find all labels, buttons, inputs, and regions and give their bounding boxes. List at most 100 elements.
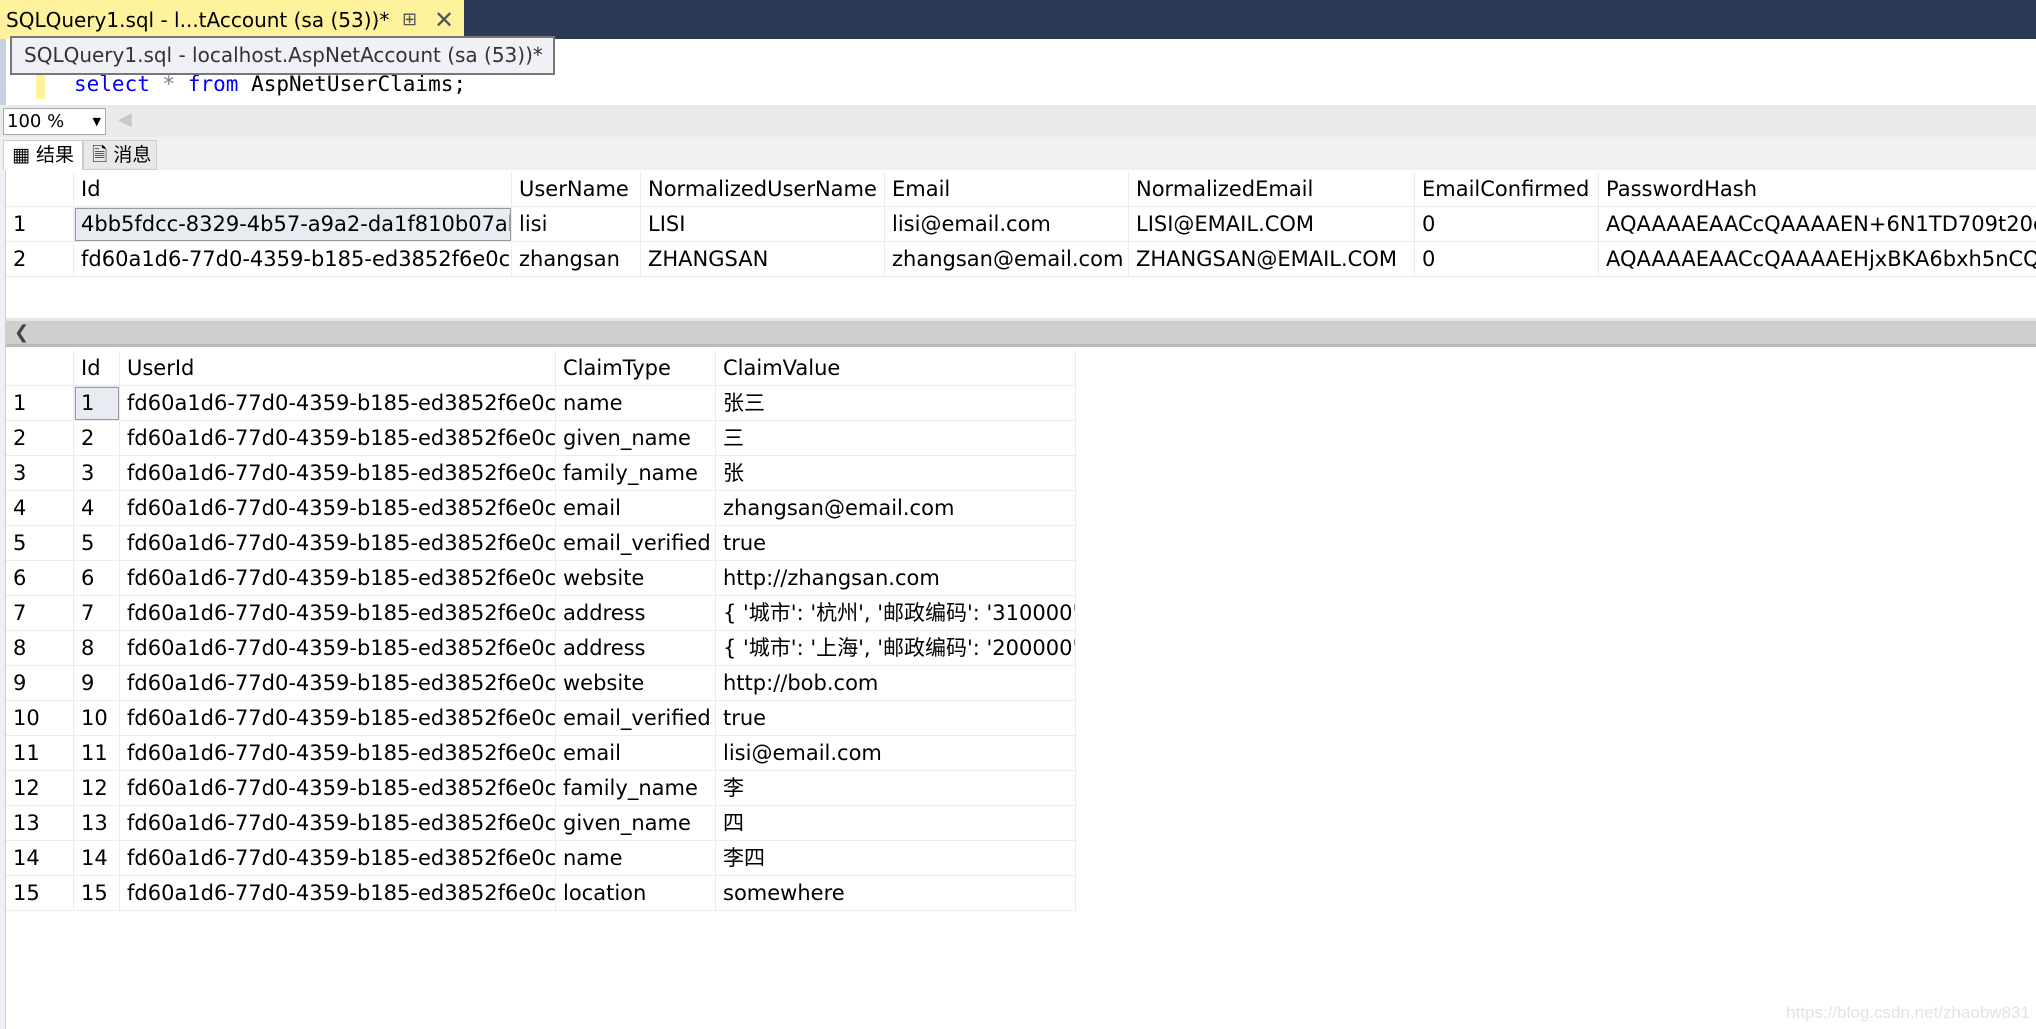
cell[interactable]: address (556, 631, 716, 666)
cell[interactable]: LISI (641, 207, 885, 242)
cell[interactable]: 3 (74, 456, 120, 491)
cell[interactable]: fd60a1d6-77d0-4359-b185-ed3852f6e0c4 (120, 876, 556, 911)
cell[interactable]: fd60a1d6-77d0-4359-b185-ed3852f6e0c4 (120, 701, 556, 736)
row-number[interactable]: 10 (6, 701, 74, 736)
cell[interactable]: 四 (716, 806, 1076, 841)
cell[interactable]: email_verified (556, 526, 716, 561)
cell[interactable]: 李四 (716, 841, 1076, 876)
claims-result-grid[interactable]: Id UserId ClaimType ClaimValue 1 1 fd60a1d6-77… (6, 351, 1206, 921)
cell[interactable]: { '城市': '杭州', '邮政编码': '310000' } (716, 596, 1076, 631)
cell[interactable]: LISI@EMAIL.COM (1129, 207, 1415, 242)
cell[interactable]: AQAAAAEAACcQAAAAEHjxBKA6bxh5nCQ (1599, 242, 2036, 277)
column-header[interactable] (6, 351, 74, 386)
row-number[interactable]: 4 (6, 491, 74, 526)
cell[interactable]: { '城市': '上海', '邮政编码': '200000' } (716, 631, 1076, 666)
row-number[interactable]: 9 (6, 666, 74, 701)
column-header[interactable]: EmailConfirmed (1415, 172, 1599, 207)
cell[interactable]: given_name (556, 421, 716, 456)
cell[interactable]: zhangsan@email.com (885, 242, 1129, 277)
cell[interactable]: name (556, 841, 716, 876)
cell[interactable]: fd60a1d6-77d0-4359-b185-ed3852f6e0c4 (120, 771, 556, 806)
row-number[interactable]: 1 (6, 386, 74, 421)
cell[interactable]: fd60a1d6-77d0-4359-b185-ed3852f6e0c4 (120, 491, 556, 526)
row-number[interactable]: 11 (6, 736, 74, 771)
cell[interactable]: lisi@email.com (716, 736, 1076, 771)
cell[interactable]: 0 (1415, 207, 1599, 242)
row-number[interactable]: 14 (6, 841, 74, 876)
cell[interactable]: website (556, 666, 716, 701)
row-number[interactable]: 5 (6, 526, 74, 561)
cell[interactable]: fd60a1d6-77d0-4359-b185-ed3852f6e0c4 (120, 421, 556, 456)
column-header[interactable]: ClaimValue (716, 351, 1076, 386)
cell[interactable]: 11 (74, 736, 120, 771)
row-number[interactable]: 2 (6, 421, 74, 456)
cell[interactable]: http://bob.com (716, 666, 1076, 701)
cell[interactable]: 4bb5fdcc-8329-4b57-a9a2-da1f810b07ab (74, 207, 512, 242)
cell[interactable]: fd60a1d6-77d0-4359-b185-ed3852f6e0c4 (120, 666, 556, 701)
cell[interactable]: 13 (74, 806, 120, 841)
cell[interactable]: 7 (74, 596, 120, 631)
cell[interactable]: ZHANGSAN (641, 242, 885, 277)
document-tab[interactable]: SQLQuery1.sql - l...tAccount (sa (53))* … (0, 0, 464, 39)
row-number[interactable]: 2 (6, 242, 74, 277)
cell[interactable]: AQAAAAEAACcQAAAAEN+6N1TD709t20c (1599, 207, 2036, 242)
horizontal-scrollbar[interactable]: ❮ (6, 318, 2036, 347)
cell[interactable]: 15 (74, 876, 120, 911)
cell[interactable]: 1 (74, 386, 120, 421)
users-result-grid[interactable]: Id UserName NormalizedUserName Email Normali… (6, 172, 2036, 318)
cell[interactable]: ZHANGSAN@EMAIL.COM (1129, 242, 1415, 277)
row-number[interactable]: 15 (6, 876, 74, 911)
column-header[interactable] (6, 172, 74, 207)
cell[interactable]: lisi (512, 207, 641, 242)
column-header[interactable]: PasswordHash (1599, 172, 2036, 207)
cell[interactable]: location (556, 876, 716, 911)
cell[interactable]: name (556, 386, 716, 421)
cell[interactable]: 2 (74, 421, 120, 456)
column-header[interactable]: NormalizedUserName (641, 172, 885, 207)
tab-messages[interactable]: 🗎 消息 (83, 140, 157, 170)
cell[interactable]: family_name (556, 771, 716, 806)
cell[interactable]: fd60a1d6-77d0-4359-b185-ed3852f6e0c4 (120, 386, 556, 421)
row-number[interactable]: 8 (6, 631, 74, 666)
cell[interactable]: http://zhangsan.com (716, 561, 1076, 596)
cell[interactable]: 6 (74, 561, 120, 596)
scroll-left-icon[interactable]: ◀ (118, 109, 132, 130)
zoom-select[interactable]: 100 % ▼ (3, 108, 106, 135)
cell[interactable]: family_name (556, 456, 716, 491)
cell[interactable]: email_verified (556, 701, 716, 736)
column-header[interactable]: ClaimType (556, 351, 716, 386)
row-number[interactable]: 1 (6, 207, 74, 242)
pin-icon[interactable]: ⊞ (402, 0, 417, 40)
cell[interactable]: zhangsan (512, 242, 641, 277)
cell[interactable]: fd60a1d6-77d0-4359-b185-ed3852f6e0c4 (120, 841, 556, 876)
cell[interactable]: somewhere (716, 876, 1076, 911)
cell[interactable]: 14 (74, 841, 120, 876)
cell[interactable]: fd60a1d6-77d0-4359-b185-ed3852f6e0c4 (120, 736, 556, 771)
cell[interactable]: true (716, 701, 1076, 736)
cell[interactable]: fd60a1d6-77d0-4359-b185-ed3852f6e0c4 (120, 631, 556, 666)
row-number[interactable]: 3 (6, 456, 74, 491)
cell[interactable]: 张 (716, 456, 1076, 491)
row-number[interactable]: 7 (6, 596, 74, 631)
tab-results[interactable]: ▦ 结果 (3, 140, 83, 170)
cell[interactable]: true (716, 526, 1076, 561)
column-header[interactable]: Email (885, 172, 1129, 207)
cell[interactable]: 8 (74, 631, 120, 666)
cell[interactable]: zhangsan@email.com (716, 491, 1076, 526)
cell[interactable]: address (556, 596, 716, 631)
cell[interactable]: fd60a1d6-77d0-4359-b185-ed3852f6e0c4 (120, 561, 556, 596)
cell[interactable]: 0 (1415, 242, 1599, 277)
cell[interactable]: fd60a1d6-77d0-4359-b185-ed3852f6e0c4 (120, 526, 556, 561)
cell[interactable]: email (556, 491, 716, 526)
cell[interactable]: 4 (74, 491, 120, 526)
column-header[interactable]: UserName (512, 172, 641, 207)
cell[interactable]: fd60a1d6-77d0-4359-b185-ed3852f6e0c4 (120, 596, 556, 631)
cell[interactable]: 张三 (716, 386, 1076, 421)
sql-code[interactable]: select * from AspNetUserClaims; (74, 72, 466, 96)
row-number[interactable]: 13 (6, 806, 74, 841)
cell[interactable]: lisi@email.com (885, 207, 1129, 242)
cell[interactable]: 李 (716, 771, 1076, 806)
column-header[interactable]: NormalizedEmail (1129, 172, 1415, 207)
scroll-left-icon[interactable]: ❮ (14, 321, 29, 345)
row-number[interactable]: 12 (6, 771, 74, 806)
